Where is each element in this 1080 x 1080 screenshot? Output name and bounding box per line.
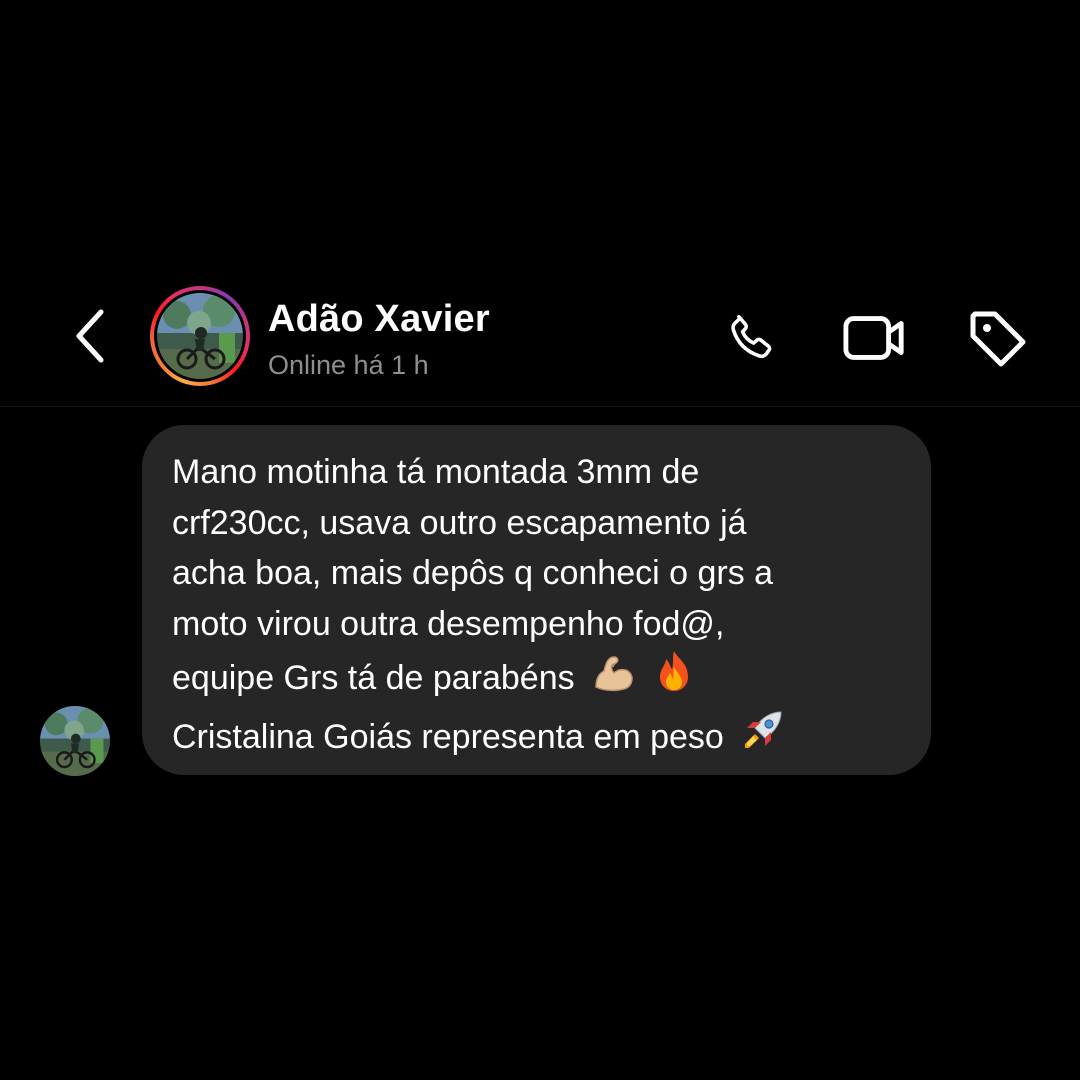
rocket-emoji xyxy=(741,708,785,767)
contact-avatar[interactable] xyxy=(150,286,250,386)
message-line: equipe Grs tá de parabéns xyxy=(172,659,575,697)
message-text: Mano motinha tá montada 3mm de crf230cc,… xyxy=(172,447,911,766)
tag-button[interactable] xyxy=(965,306,1029,370)
message-bubble[interactable]: Mano motinha tá montada 3mm de crf230cc,… xyxy=(142,425,931,775)
message-line: crf230cc, usava outro escapamento já xyxy=(172,503,747,542)
audio-call-button[interactable] xyxy=(720,306,784,370)
message-line: Mano motinha tá montada 3mm de xyxy=(172,453,700,491)
video-camera-icon xyxy=(843,316,904,360)
avatar-photo xyxy=(157,293,243,379)
chevron-left-icon xyxy=(76,309,104,363)
back-button[interactable] xyxy=(62,308,118,364)
phone-icon xyxy=(731,314,772,359)
sender-avatar[interactable] xyxy=(40,706,110,776)
tag-icon xyxy=(970,311,1026,367)
message-line: moto virou outra desempenho fod@, xyxy=(172,604,725,643)
message-line: acha boa, mais depôs q conheci o grs a xyxy=(172,554,774,592)
video-call-button[interactable] xyxy=(843,306,907,370)
message-line: Cristalina Goiás representa em peso xyxy=(172,717,724,756)
chat-header: Adão Xavier Online há 1 h xyxy=(0,280,1080,407)
online-status: Online há 1 h xyxy=(268,350,429,380)
flexed-biceps-emoji xyxy=(592,653,636,708)
fire-emoji xyxy=(654,649,694,708)
contact-name[interactable]: Adão Xavier xyxy=(268,298,490,341)
